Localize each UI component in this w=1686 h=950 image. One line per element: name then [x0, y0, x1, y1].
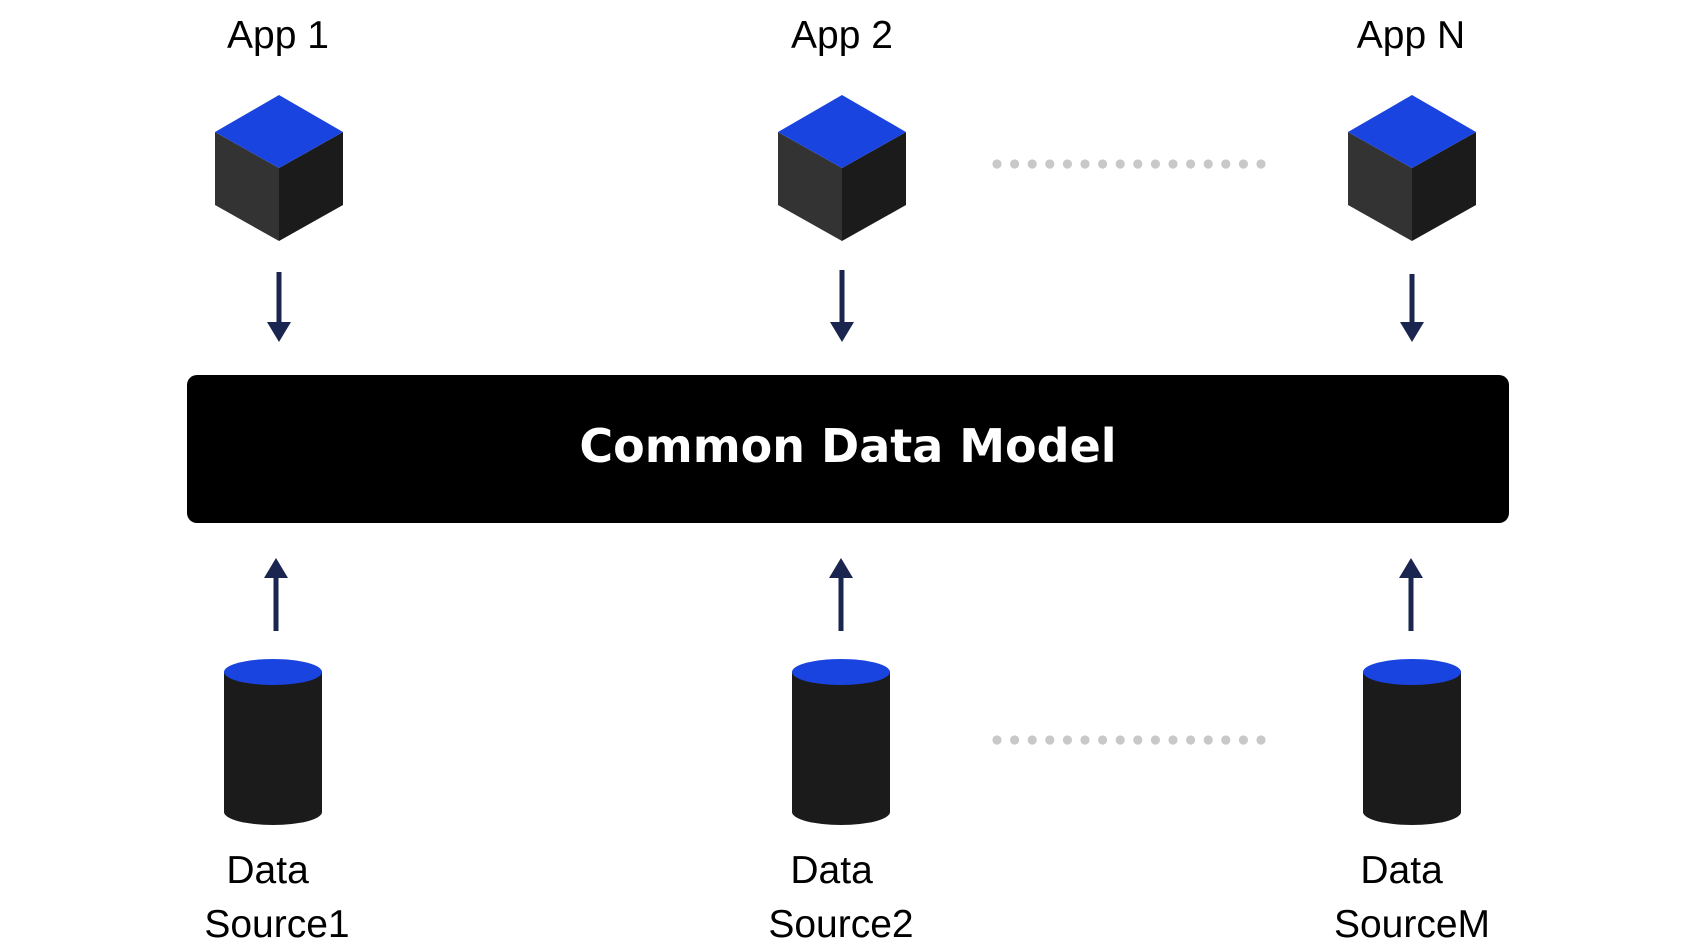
app-n-cube-icon: [1348, 95, 1476, 241]
source-m-database-cylinder-icon: [1363, 659, 1461, 825]
source-1-label: Data Source1: [204, 849, 349, 946]
source-2-label-line1: Data: [790, 849, 873, 892]
ellipsis-dot: [1115, 159, 1125, 169]
app-n-down-arrow: [1400, 274, 1424, 342]
ellipsis-dot: [1010, 159, 1020, 169]
ellipsis-dot: [1150, 735, 1160, 745]
source-1-label-line1: Data: [226, 849, 309, 892]
ellipsis-dot: [1238, 735, 1248, 745]
cdm-diagram: App 1 App 2 App N Common Data Model Data…: [187, 14, 1509, 946]
ellipsis-dot: [1045, 735, 1055, 745]
ellipsis-dot: [1186, 735, 1196, 745]
ellipsis-dot: [1168, 735, 1178, 745]
ellipsis-dot: [1027, 159, 1037, 169]
ellipsis-dot: [1098, 735, 1108, 745]
arrow-head: [830, 322, 854, 342]
cylinder-body: [224, 672, 322, 825]
source-2-database-cylinder-icon: [792, 659, 890, 825]
ellipsis-dot: [1010, 735, 1020, 745]
source-m-label: Data SourceM: [1334, 849, 1490, 946]
ellipsis-dot: [1080, 159, 1090, 169]
ellipsis-dot: [1027, 735, 1037, 745]
ellipsis-dot: [1133, 159, 1143, 169]
app-2-down-arrow: [830, 270, 854, 342]
ellipsis-dot: [1115, 735, 1125, 745]
ellipsis-dot: [1150, 159, 1160, 169]
app-n-label: App N: [1357, 14, 1465, 57]
source-2-up-arrow: [829, 558, 853, 631]
source-m-label-line2: SourceM: [1334, 903, 1490, 946]
source-m-up-arrow: [1399, 558, 1423, 631]
source-1-database-cylinder-icon: [224, 659, 322, 825]
cylinder-top: [792, 659, 890, 685]
cylinder-top: [224, 659, 322, 685]
cylinder-body: [792, 672, 890, 825]
source-m-label-line1: Data: [1360, 849, 1443, 892]
source-2-label-line2: Source2: [768, 903, 913, 946]
ellipsis-dot: [1238, 159, 1248, 169]
ellipsis-dot: [1256, 159, 1266, 169]
ellipsis-dot: [1133, 735, 1143, 745]
app-1-label: App 1: [227, 14, 329, 57]
cylinder-body: [1363, 672, 1461, 825]
ellipsis-dot: [1203, 735, 1213, 745]
ellipsis-dot: [1256, 735, 1266, 745]
app-2-label: App 2: [791, 14, 893, 57]
app-1-cube-icon: [215, 95, 343, 241]
ellipsis-dot: [992, 159, 1002, 169]
arrow-head: [829, 558, 853, 578]
ellipsis-dot: [1098, 159, 1108, 169]
arrow-head: [1400, 322, 1424, 342]
ellipsis-dot: [1045, 159, 1055, 169]
ellipsis-dot: [992, 735, 1002, 745]
source-1-up-arrow: [264, 558, 288, 631]
app-1-down-arrow: [267, 272, 291, 342]
apps-ellipsis-dots: [992, 159, 1266, 169]
arrow-head: [1399, 558, 1423, 578]
arrow-head: [267, 322, 291, 342]
ellipsis-dot: [1186, 159, 1196, 169]
ellipsis-dot: [1221, 159, 1231, 169]
app-2-cube-icon: [778, 95, 906, 241]
ellipsis-dot: [1080, 735, 1090, 745]
arrow-head: [264, 558, 288, 578]
ellipsis-dot: [1062, 735, 1072, 745]
ellipsis-dot: [1203, 159, 1213, 169]
ellipsis-dot: [1062, 159, 1072, 169]
ellipsis-dot: [1221, 735, 1231, 745]
common-data-model-label: Common Data Model: [579, 419, 1116, 473]
source-1-label-line2: Source1: [204, 903, 349, 946]
sources-ellipsis-dots: [992, 735, 1266, 745]
cylinder-top: [1363, 659, 1461, 685]
ellipsis-dot: [1168, 159, 1178, 169]
source-2-label: Data Source2: [768, 849, 913, 946]
